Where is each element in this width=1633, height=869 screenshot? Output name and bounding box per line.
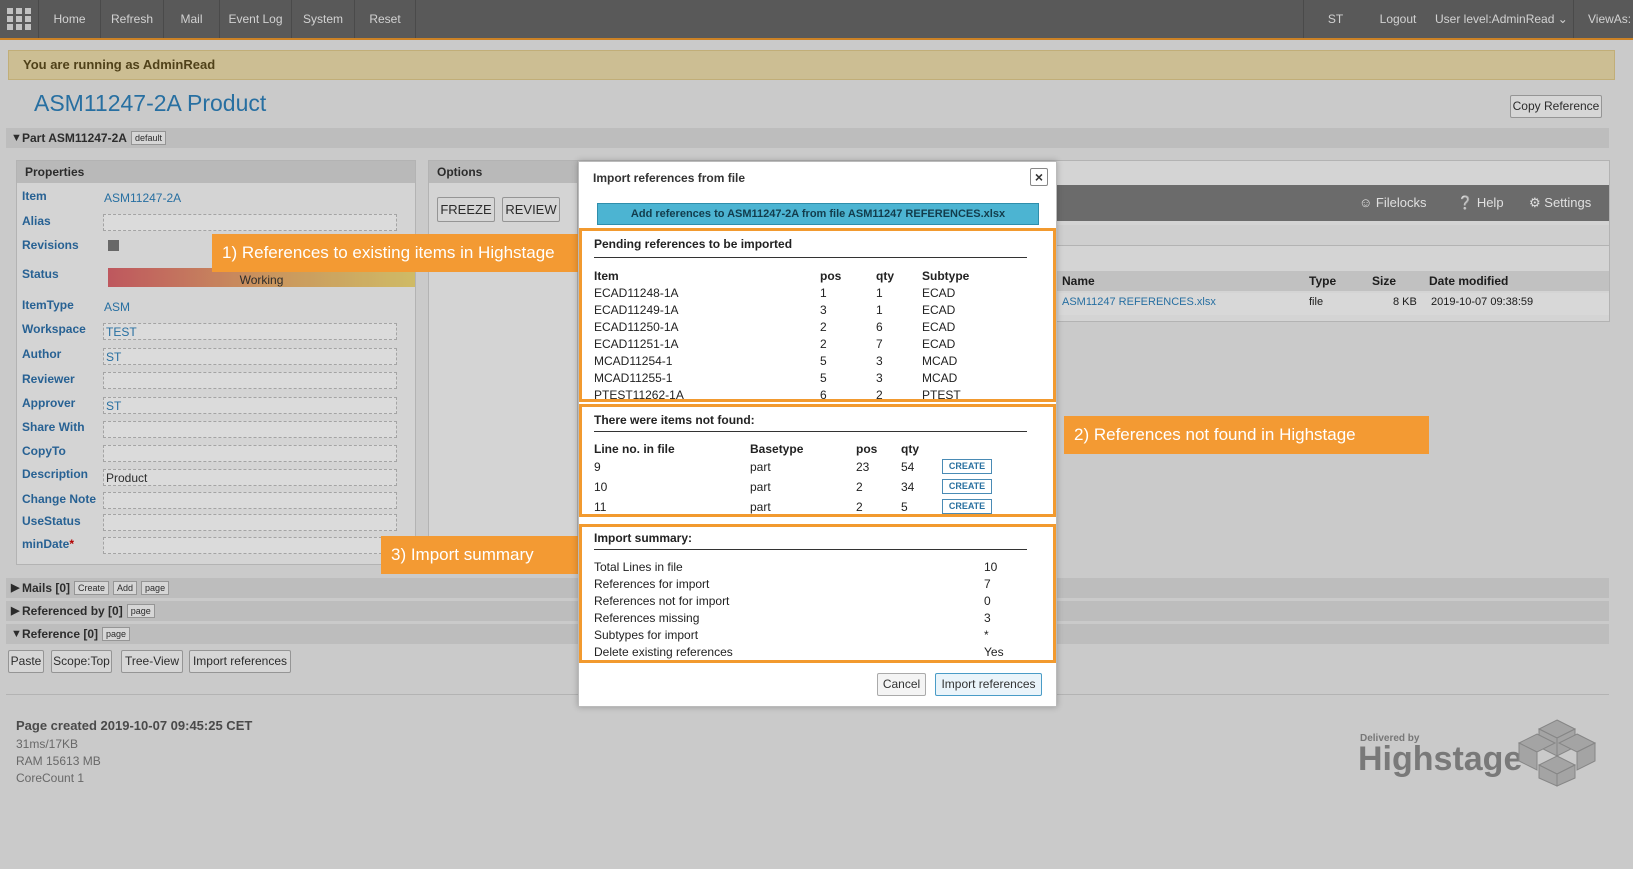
not-found-cell: part xyxy=(750,480,771,494)
pending-col-item: Item xyxy=(594,269,619,283)
pending-cell: 2 xyxy=(820,337,827,351)
not-found-cell: 9 xyxy=(594,460,601,474)
pending-col-qty: qty xyxy=(876,269,894,283)
pending-cell: 3 xyxy=(820,303,827,317)
not-found-cell: 11 xyxy=(594,500,607,514)
summary-value: 7 xyxy=(984,577,991,591)
callout-existing-items: 1) References to existing items in Highs… xyxy=(212,234,579,272)
summary-value: 0 xyxy=(984,594,991,608)
pending-cell: 3 xyxy=(876,354,883,368)
create-item-button[interactable]: CREATE xyxy=(942,499,992,514)
pending-cell: ECAD xyxy=(922,303,956,317)
summary-value: * xyxy=(984,628,989,642)
not-found-cell: part xyxy=(750,500,771,514)
pending-cell: PTEST11262-1A xyxy=(594,388,684,402)
import-summary-box: Import summary: Total Lines in file 10 Ref… xyxy=(579,524,1056,663)
pending-cell: 7 xyxy=(876,337,883,351)
not-found-cell: 5 xyxy=(901,500,908,514)
pending-cell: ECAD11249-1A xyxy=(594,303,679,317)
pending-cell: 5 xyxy=(820,354,827,368)
pending-cell: 1 xyxy=(876,286,883,300)
pending-cell: ECAD11248-1A xyxy=(594,286,679,300)
pending-cell: ECAD xyxy=(922,286,956,300)
callout-not-found: 2) References not found in Highstage xyxy=(1064,416,1429,454)
not-found-cell: 34 xyxy=(901,480,915,494)
divider xyxy=(594,549,1027,550)
pending-cell: 1 xyxy=(820,286,827,300)
summary-value: Yes xyxy=(984,645,1004,659)
pending-cell: 3 xyxy=(876,371,883,385)
pending-cell: 6 xyxy=(876,320,883,334)
not-found-cell: 54 xyxy=(901,460,915,474)
pending-heading: Pending references to be imported xyxy=(594,237,793,251)
not-found-cell: 2 xyxy=(856,500,863,514)
summary-label: Delete existing references xyxy=(594,645,733,659)
pending-cell: MCAD xyxy=(922,371,958,385)
nf-col-basetype: Basetype xyxy=(750,442,804,456)
not-found-heading: There were items not found: xyxy=(594,413,755,427)
divider xyxy=(594,431,1027,432)
nf-col-pos: pos xyxy=(856,442,878,456)
summary-value: 3 xyxy=(984,611,991,625)
create-item-button[interactable]: CREATE xyxy=(942,479,992,494)
pending-references-box: Pending references to be imported Item p… xyxy=(579,228,1056,402)
import-references-dialog: Import references from file × Add refere… xyxy=(578,161,1057,707)
pending-cell: PTEST xyxy=(922,388,961,402)
not-found-cell: 23 xyxy=(856,460,870,474)
confirm-import-button[interactable]: Import references xyxy=(935,673,1042,696)
summary-value: 10 xyxy=(984,560,998,574)
not-found-box: There were items not found: Line no. in … xyxy=(579,404,1056,517)
pending-cell: ECAD11251-1A xyxy=(594,337,679,351)
close-icon[interactable]: × xyxy=(1030,168,1048,186)
pending-col-pos: pos xyxy=(820,269,842,283)
summary-label: References not for import xyxy=(594,594,730,608)
pending-cell: 1 xyxy=(876,303,883,317)
pending-cell: ECAD xyxy=(922,337,956,351)
create-item-button[interactable]: CREATE xyxy=(942,459,992,474)
pending-cell: MCAD11254-1 xyxy=(594,354,673,368)
summary-heading: Import summary: xyxy=(594,531,693,545)
summary-label: References missing xyxy=(594,611,700,625)
pending-cell: MCAD11255-1 xyxy=(594,371,673,385)
not-found-cell: 10 xyxy=(594,480,608,494)
divider xyxy=(594,257,1027,258)
pending-cell: ECAD xyxy=(922,320,956,334)
pending-cell: MCAD xyxy=(922,354,958,368)
nf-col-qty: qty xyxy=(901,442,919,456)
callout-import-summary: 3) Import summary xyxy=(381,536,579,574)
pending-cell: 6 xyxy=(820,388,827,402)
dialog-title: Import references from file xyxy=(593,171,746,185)
not-found-cell: part xyxy=(750,460,771,474)
pending-cell: 5 xyxy=(820,371,827,385)
cancel-button[interactable]: Cancel xyxy=(877,673,926,696)
pending-col-subtype: Subtype xyxy=(922,269,970,283)
pending-cell: 2 xyxy=(820,320,827,334)
nf-col-line: Line no. in file xyxy=(594,442,675,456)
summary-label: References for import xyxy=(594,577,710,591)
add-references-button[interactable]: Add references to ASM11247-2A from file … xyxy=(597,203,1039,225)
pending-cell: 2 xyxy=(876,388,883,402)
not-found-cell: 2 xyxy=(856,480,863,494)
summary-label: Total Lines in file xyxy=(594,560,683,574)
summary-label: Subtypes for import xyxy=(594,628,699,642)
pending-cell: ECAD11250-1A xyxy=(594,320,679,334)
